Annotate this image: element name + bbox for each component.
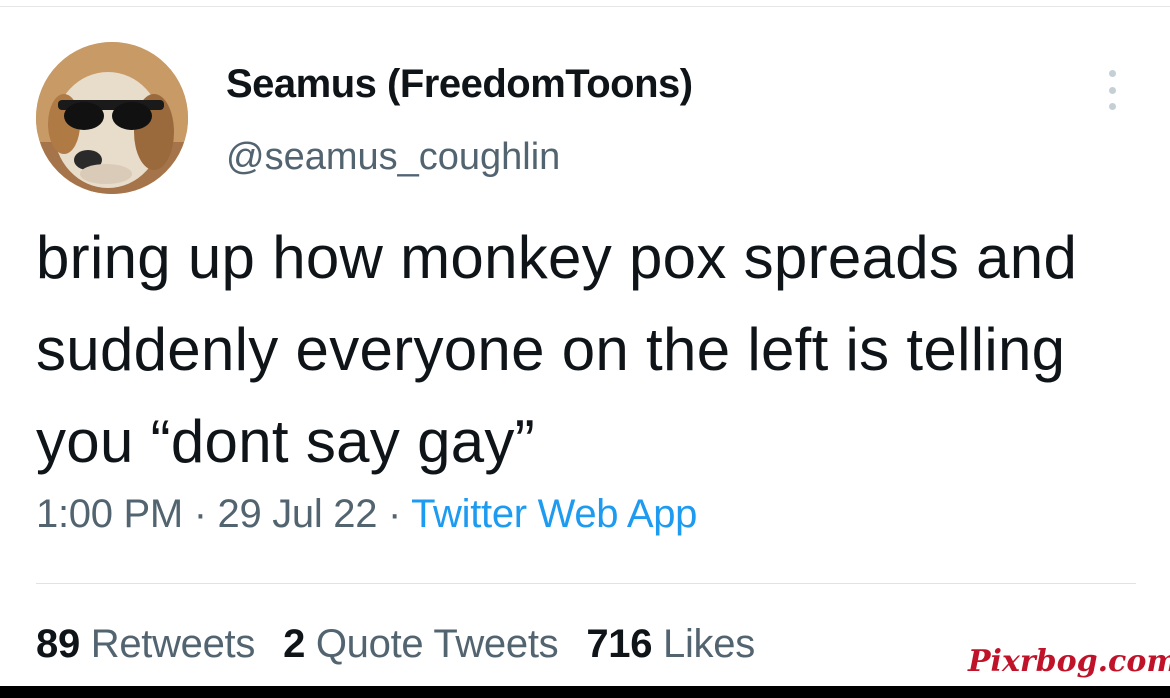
meta-separator: · bbox=[377, 492, 412, 536]
quote-tweets-stat[interactable]: 2 Quote Tweets bbox=[283, 622, 559, 666]
tweet-time[interactable]: 1:00 PM bbox=[36, 492, 183, 536]
watermark: Pixrbog.com bbox=[968, 644, 1170, 679]
stats-divider bbox=[36, 583, 1136, 584]
user-handle[interactable]: @seamus_coughlin bbox=[226, 136, 560, 179]
more-dot bbox=[1108, 86, 1116, 94]
quote-tweets-label: Quote Tweets bbox=[315, 622, 559, 666]
bottom-bar bbox=[0, 686, 1170, 698]
quote-tweets-count: 2 bbox=[283, 622, 306, 666]
retweets-label: Retweets bbox=[90, 622, 256, 666]
display-name[interactable]: Seamus (FreedomToons) bbox=[226, 62, 693, 107]
tweet-metadata: 1:00 PM · 29 Jul 22 · Twitter Web App bbox=[36, 492, 697, 537]
more-dot bbox=[1108, 70, 1116, 77]
more-vertical-icon[interactable] bbox=[1098, 70, 1126, 110]
tweet-text: bring up how monkey pox spreads and sudd… bbox=[36, 224, 1078, 475]
likes-count: 716 bbox=[586, 622, 653, 666]
meta-separator: · bbox=[182, 492, 218, 536]
top-divider bbox=[0, 6, 1170, 7]
retweets-stat[interactable]: 89 Retweets bbox=[36, 622, 255, 666]
retweets-count: 89 bbox=[36, 622, 80, 666]
avatar[interactable] bbox=[36, 42, 188, 194]
dog-avatar-icon bbox=[36, 42, 188, 194]
more-dot bbox=[1108, 103, 1116, 110]
engagement-stats: 89 Retweets 2 Quote Tweets 716 Likes bbox=[36, 622, 783, 667]
tweet-date[interactable]: 29 Jul 22 bbox=[218, 492, 378, 536]
likes-label: Likes bbox=[663, 622, 755, 666]
tweet-source-link[interactable]: Twitter Web App bbox=[411, 492, 697, 536]
likes-stat[interactable]: 716 Likes bbox=[586, 622, 755, 666]
